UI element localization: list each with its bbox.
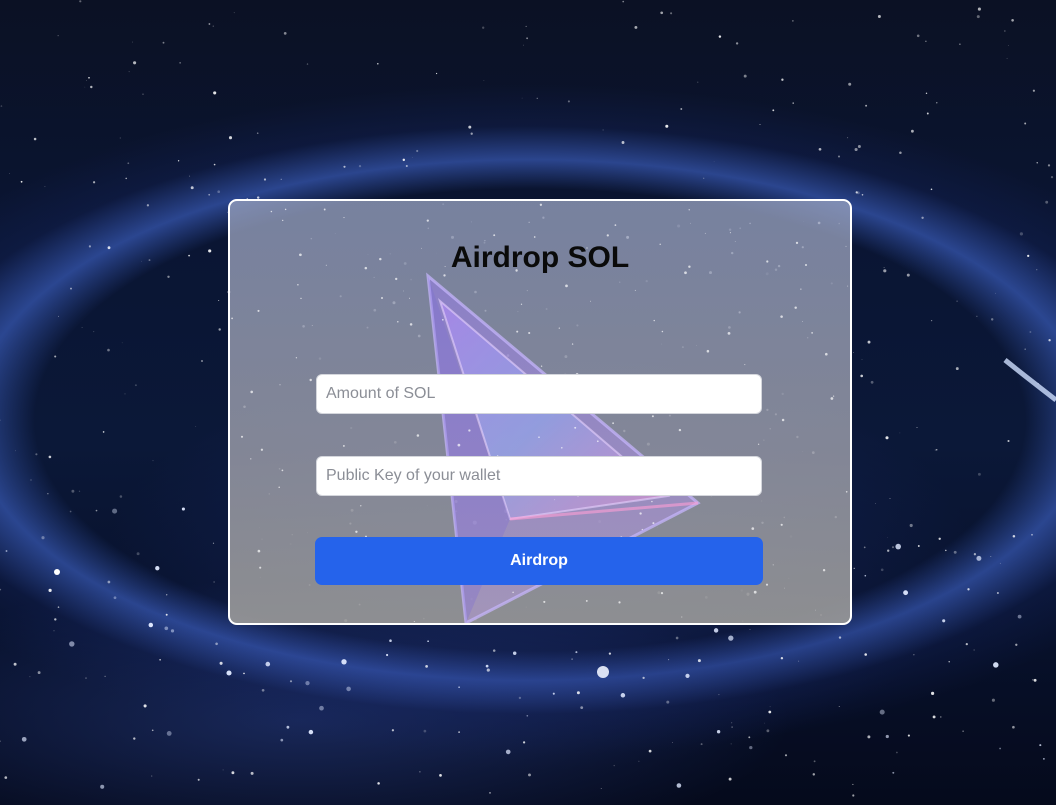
amount-input[interactable]	[316, 374, 762, 414]
airdrop-button[interactable]: Airdrop	[315, 537, 763, 585]
public-key-input[interactable]	[316, 456, 762, 496]
airdrop-card: Airdrop SOL Airdrop	[228, 199, 852, 625]
page-title: Airdrop SOL	[450, 241, 630, 274]
